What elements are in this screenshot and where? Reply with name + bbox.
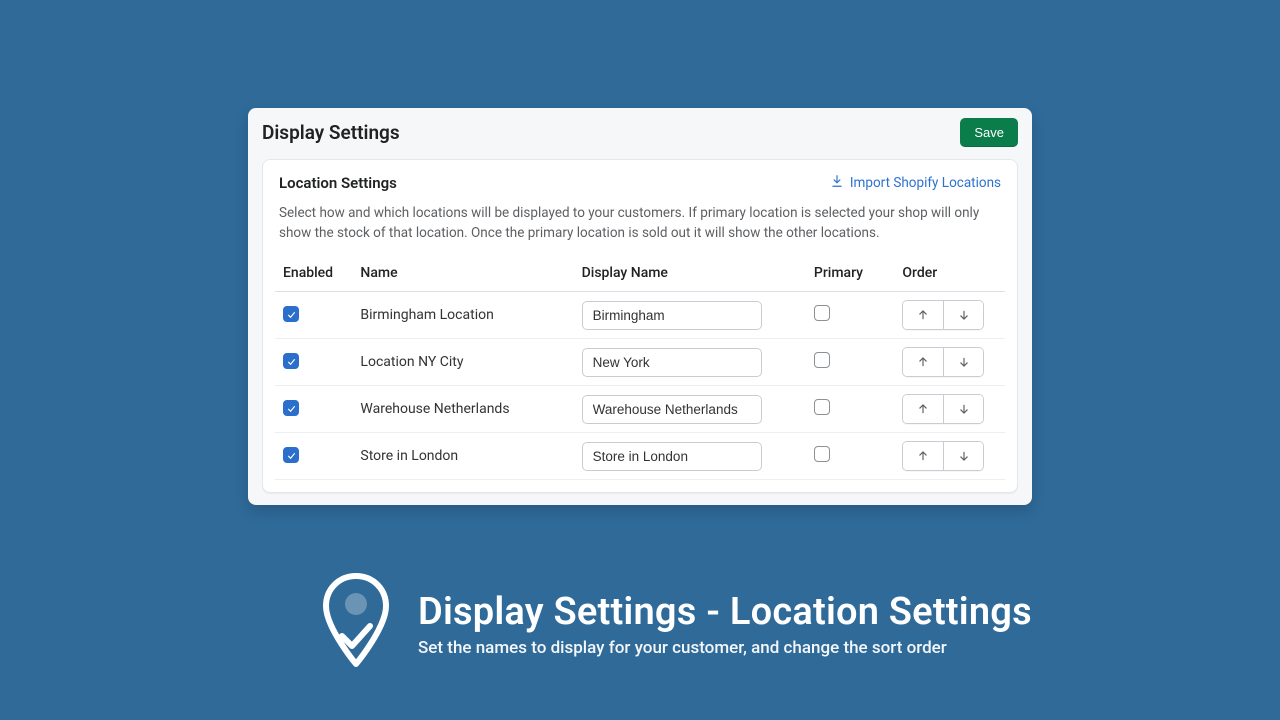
card-description: Select how and which locations will be d… (263, 196, 1017, 255)
table-row: Birmingham Location (275, 292, 1005, 339)
footer-title: Display Settings - Location Settings (418, 590, 1032, 634)
locations-table: Enabled Name Display Name Primary Order … (275, 255, 1005, 480)
primary-checkbox[interactable] (814, 446, 830, 462)
primary-checkbox[interactable] (814, 399, 830, 415)
move-down-button[interactable] (943, 395, 983, 423)
import-locations-link[interactable]: Import Shopify Locations (830, 174, 1001, 192)
display-name-input[interactable] (582, 395, 762, 424)
primary-checkbox[interactable] (814, 352, 830, 368)
display-name-input[interactable] (582, 301, 762, 330)
col-primary: Primary (806, 255, 894, 292)
move-down-button[interactable] (943, 442, 983, 470)
download-icon (830, 174, 844, 192)
card-header: Location Settings Import Shopify Locatio… (263, 160, 1017, 196)
location-name: Warehouse Netherlands (352, 386, 573, 433)
enabled-checkbox[interactable] (283, 400, 299, 416)
display-name-input[interactable] (582, 348, 762, 377)
col-order: Order (894, 255, 1005, 292)
location-name: Birmingham Location (352, 292, 573, 339)
enabled-checkbox[interactable] (283, 447, 299, 463)
order-controls (902, 394, 984, 424)
card-title: Location Settings (279, 174, 397, 192)
move-up-button[interactable] (903, 348, 943, 376)
enabled-checkbox[interactable] (283, 353, 299, 369)
primary-checkbox[interactable] (814, 305, 830, 321)
order-controls (902, 441, 984, 471)
save-button[interactable]: Save (960, 118, 1018, 147)
table-row: Location NY City (275, 339, 1005, 386)
table-row: Store in London (275, 433, 1005, 480)
settings-window: Display Settings Save Location Settings … (248, 108, 1032, 505)
location-name: Store in London (352, 433, 573, 480)
move-down-button[interactable] (943, 301, 983, 329)
page-title: Display Settings (262, 121, 400, 144)
footer-text: Display Settings - Location Settings Set… (418, 590, 1032, 658)
location-name: Location NY City (352, 339, 573, 386)
location-settings-card: Location Settings Import Shopify Locatio… (262, 159, 1018, 493)
move-up-button[interactable] (903, 301, 943, 329)
col-name: Name (352, 255, 573, 292)
display-name-input[interactable] (582, 442, 762, 471)
footer-brand: Display Settings - Location Settings Set… (320, 570, 1032, 678)
table-row: Warehouse Netherlands (275, 386, 1005, 433)
app-logo-icon (320, 570, 392, 678)
col-enabled: Enabled (275, 255, 352, 292)
enabled-checkbox[interactable] (283, 306, 299, 322)
move-up-button[interactable] (903, 395, 943, 423)
header-bar: Display Settings Save (248, 108, 1032, 153)
move-up-button[interactable] (903, 442, 943, 470)
col-display: Display Name (574, 255, 806, 292)
order-controls (902, 300, 984, 330)
footer-subtitle: Set the names to display for your custom… (418, 638, 1032, 658)
import-link-label: Import Shopify Locations (850, 175, 1001, 191)
move-down-button[interactable] (943, 348, 983, 376)
order-controls (902, 347, 984, 377)
